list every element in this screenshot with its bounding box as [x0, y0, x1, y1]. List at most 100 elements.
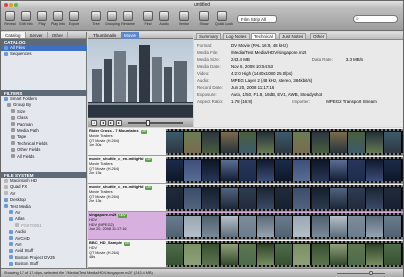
- clip-frame-thumbnail[interactable]: [220, 160, 239, 181]
- clip-frame-thumbnail[interactable]: [257, 132, 275, 153]
- clip-film-strip[interactable]: [166, 241, 403, 267]
- find-button[interactable]: Find: [141, 11, 155, 26]
- clip-frame-thumbnail[interactable]: [311, 160, 330, 181]
- clip-frame-thumbnail[interactable]: [238, 188, 257, 209]
- tree-button[interactable]: Tree: [89, 11, 103, 26]
- clip-frame-thumbnail[interactable]: [293, 188, 312, 209]
- clip-frame-thumbnail[interactable]: [238, 132, 257, 153]
- clip-frame-thumbnail[interactable]: [184, 216, 203, 237]
- clip-frame-thumbnail[interactable]: [329, 188, 348, 209]
- clip-frame-thumbnail[interactable]: [202, 244, 221, 265]
- clip-frame-thumbnail[interactable]: [311, 216, 330, 237]
- clip-strip[interactable]: movie_shuttle_c_en-mitigHd HD Movie Traile…: [88, 156, 403, 184]
- play-button[interactable]: Play: [35, 11, 49, 26]
- clip-frame-thumbnail[interactable]: [238, 216, 257, 237]
- clip-frame-thumbnail[interactable]: [275, 132, 294, 153]
- ventor-button[interactable]: Ventor: [177, 11, 191, 26]
- show-button[interactable]: Show: [197, 11, 211, 26]
- tab-other[interactable]: Other: [48, 32, 69, 38]
- clip-strip[interactable]: Rider Cross - 7 Mountains HD Movie Trailer…: [88, 128, 403, 156]
- clip-frame-thumbnail[interactable]: [275, 244, 294, 265]
- clip-frame-thumbnail[interactable]: [184, 244, 203, 265]
- clip-frame-thumbnail[interactable]: [238, 160, 257, 181]
- volume-icon[interactable]: ♪: [91, 120, 97, 126]
- catalog-item-sequences[interactable]: Sequences: [1, 51, 87, 57]
- reveal-button[interactable]: Reveal: [3, 11, 17, 26]
- clip-frame-thumbnail[interactable]: [184, 132, 203, 153]
- zoom-slider-handle[interactable]: [369, 271, 373, 275]
- filter-all-fields[interactable]: All Fields: [1, 154, 87, 160]
- clip-frame-thumbnail[interactable]: [220, 132, 239, 153]
- clip-frame-thumbnail[interactable]: [275, 188, 294, 209]
- clip-film-strip[interactable]: [166, 129, 403, 155]
- clip-frame-thumbnail[interactable]: [202, 188, 221, 209]
- clip-frame-thumbnail[interactable]: [329, 216, 348, 237]
- clip-frame-thumbnail[interactable]: [202, 160, 221, 181]
- clip-frame-thumbnail[interactable]: [348, 132, 366, 153]
- clip-frame-thumbnail[interactable]: [384, 160, 403, 181]
- tab-catalog[interactable]: Catalog: [1, 32, 26, 38]
- rename-button[interactable]: Rename: [121, 11, 135, 26]
- clip-frame-thumbnail[interactable]: [202, 132, 221, 153]
- clip-frame-thumbnail[interactable]: [366, 216, 385, 237]
- clip-film-strip[interactable]: [166, 157, 403, 183]
- tab-thumbnails[interactable]: Thumbnails: [90, 32, 119, 39]
- edit-info-button[interactable]: Edit Info: [19, 11, 33, 26]
- clip-frame-thumbnail[interactable]: [329, 132, 348, 153]
- clip-frame-thumbnail[interactable]: [384, 244, 403, 265]
- clip-frame-thumbnail[interactable]: [257, 244, 275, 265]
- clip-frame-thumbnail[interactable]: [184, 160, 203, 181]
- zoom-slider[interactable]: [337, 273, 385, 274]
- clip-frame-thumbnail[interactable]: [384, 216, 403, 237]
- clip-frame-thumbnail[interactable]: [275, 160, 294, 181]
- clip-strip[interactable]: BBC_HD_Sample HD HDV QT Movie (H.264) 48s: [88, 240, 403, 268]
- clip-frame-thumbnail[interactable]: [311, 188, 330, 209]
- clip-frame-thumbnail[interactable]: [348, 160, 366, 181]
- clip-frame-thumbnail[interactable]: [293, 160, 312, 181]
- search-input[interactable]: ⌕: [353, 15, 398, 23]
- tab-movie[interactable]: Movie: [121, 32, 140, 39]
- clip-frame-thumbnail[interactable]: [366, 160, 385, 181]
- clip-frame-thumbnail[interactable]: [220, 216, 239, 237]
- clip-frame-thumbnail[interactable]: [293, 216, 312, 237]
- clip-strip[interactable]: movie_shuttle_c_en-mitigHd HD Movie Traile…: [88, 184, 403, 212]
- clip-frame-thumbnail[interactable]: [366, 188, 385, 209]
- clip-frame-thumbnail[interactable]: [384, 188, 403, 209]
- clip-frame-thumbnail[interactable]: [329, 160, 348, 181]
- fs-item-boston-stuff[interactable]: Boston Stuff: [1, 261, 87, 267]
- quick-look-button[interactable]: Quick Look: [215, 11, 233, 26]
- tab-server[interactable]: Server: [26, 32, 48, 38]
- clip-film-strip[interactable]: [166, 213, 403, 239]
- clip-frame-thumbnail[interactable]: [166, 216, 184, 237]
- clip-frame-thumbnail[interactable]: [166, 160, 184, 181]
- clip-frame-thumbnail[interactable]: [166, 244, 184, 265]
- clip-frame-thumbnail[interactable]: [202, 216, 221, 237]
- clip-frame-thumbnail[interactable]: [311, 132, 330, 153]
- clip-frame-thumbnail[interactable]: [329, 244, 348, 265]
- rewind-button[interactable]: ◂: [100, 120, 106, 126]
- clip-frame-thumbnail[interactable]: [348, 216, 366, 237]
- clip-frame-thumbnail[interactable]: [166, 132, 184, 153]
- clip-frame-thumbnail[interactable]: [311, 244, 330, 265]
- clip-frame-thumbnail[interactable]: [366, 244, 385, 265]
- clip-frame-thumbnail[interactable]: [220, 244, 239, 265]
- clip-frame-thumbnail[interactable]: [257, 160, 275, 181]
- clip-frame-thumbnail[interactable]: [184, 188, 203, 209]
- export-button[interactable]: Export: [67, 11, 81, 26]
- tab-just-notes[interactable]: Just Notes: [279, 33, 307, 39]
- clip-frame-thumbnail[interactable]: [220, 188, 239, 209]
- scrubber-handle[interactable]: [146, 120, 150, 126]
- clip-frame-thumbnail[interactable]: [257, 216, 275, 237]
- scrubber-track[interactable]: [128, 122, 183, 124]
- view-mode-select[interactable]: Film Strip All: [237, 15, 277, 23]
- tab-log-notes[interactable]: Log Notes: [223, 33, 250, 39]
- clip-frame-thumbnail[interactable]: [348, 188, 366, 209]
- play-pause-button[interactable]: ▸: [108, 120, 114, 126]
- clip-frame-thumbnail[interactable]: [275, 216, 294, 237]
- tab-other[interactable]: Other: [310, 33, 328, 39]
- clip-film-strip[interactable]: [166, 185, 403, 211]
- clip-frame-thumbnail[interactable]: [257, 188, 275, 209]
- movie-preview[interactable]: [88, 39, 193, 117]
- grouping-button[interactable]: Grouping: [105, 11, 120, 26]
- clip-frame-thumbnail[interactable]: [366, 132, 385, 153]
